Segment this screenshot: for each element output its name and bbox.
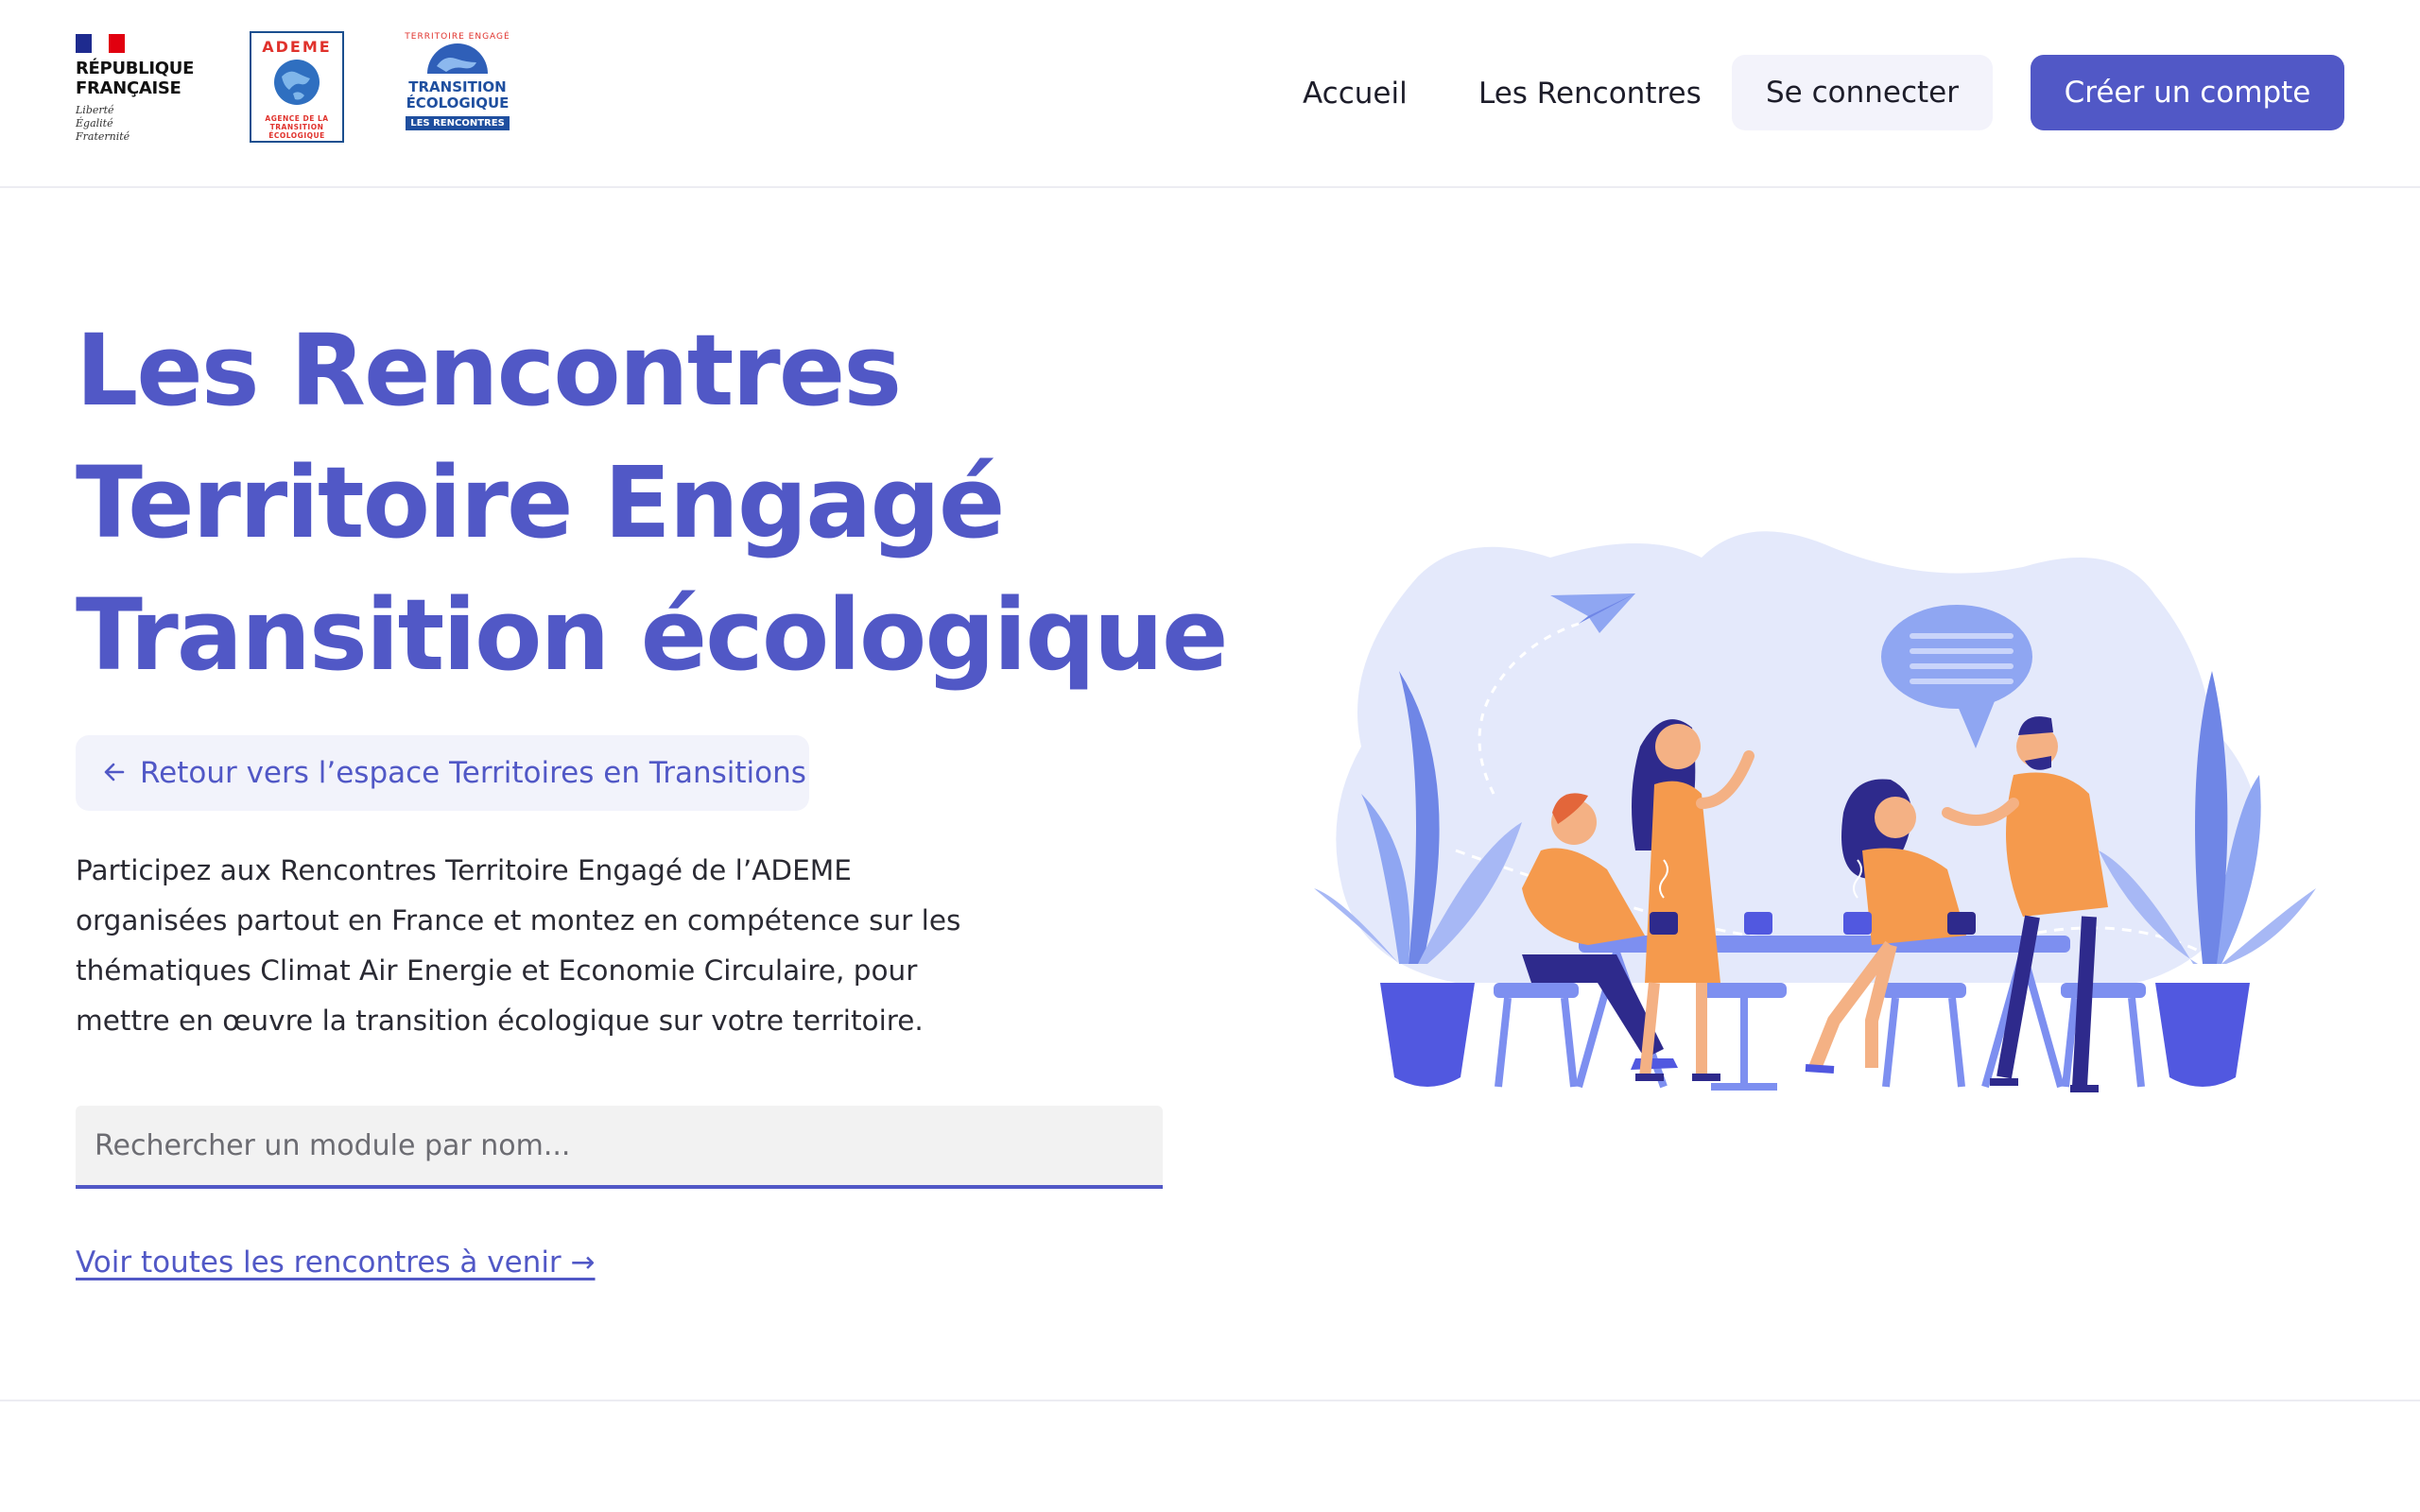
site-header: RÉPUBLIQUE FRANÇAISE Liberté Égalité Fra… — [0, 0, 2420, 188]
section-divider — [0, 1400, 2420, 1401]
motto-egalite: Égalité — [76, 117, 113, 129]
territoire-engage-logo[interactable]: TERRITOIRE ENGAGÉ TRANSITION ÉCOLOGIQUE … — [401, 32, 514, 146]
page-title: Les Rencontres Territoire Engagé Transit… — [76, 304, 1286, 701]
page-title-line3: Transition écologique — [76, 577, 1228, 693]
territoire-badge: LES RENCONTRES — [406, 116, 510, 130]
meeting-illustration — [1314, 531, 2316, 1092]
republique-title: RÉPUBLIQUE FRANÇAISE — [76, 59, 208, 98]
all-upcoming-rencontres-link[interactable]: Voir toutes les rencontres à venir → — [76, 1246, 596, 1280]
search-module-input[interactable] — [76, 1106, 1163, 1189]
back-button-label: Retour vers l’espace Territoires en Tran… — [140, 756, 806, 790]
territoire-engage-ring-text: TERRITOIRE ENGAGÉ — [405, 32, 510, 42]
french-flag-icon — [76, 34, 125, 53]
arrow-left-icon — [104, 735, 125, 811]
republique-motto: Liberté Égalité Fraternité — [76, 104, 208, 144]
page-title-line2: Territoire Engagé — [76, 445, 1005, 560]
ademe-logo[interactable]: ADEME AGENCE DE LA TRANSITION ÉCOLOGIQUE — [250, 31, 344, 143]
republique-francaise-logo[interactable]: RÉPUBLIQUE FRANÇAISE Liberté Égalité Fra… — [76, 34, 208, 146]
territoire-line2: ÉCOLOGIQUE — [406, 94, 510, 112]
globe-icon — [274, 60, 320, 105]
background-blob — [1336, 531, 2258, 983]
motto-fraternite: Fraternité — [76, 130, 130, 143]
territoire-line1: TRANSITION — [408, 78, 507, 95]
republique-title-line1: RÉPUBLIQUE — [76, 59, 195, 78]
login-button[interactable]: Se connecter — [1732, 55, 1993, 130]
nav-link-accueil[interactable]: Accueil — [1303, 55, 1408, 132]
nav-link-rencontres[interactable]: Les Rencontres — [1478, 55, 1702, 132]
page-title-line1: Les Rencontres — [76, 313, 902, 428]
create-account-button[interactable]: Créer un compte — [2031, 55, 2344, 130]
globe-half-icon — [427, 43, 488, 74]
intro-paragraph: Participez aux Rencontres Territoire Eng… — [76, 854, 961, 1037]
ademe-name: ADEME — [262, 38, 332, 56]
republique-title-line2: FRANÇAISE — [76, 78, 182, 98]
back-to-territoires-button[interactable]: Retour vers l’espace Territoires en Tran… — [76, 735, 809, 811]
motto-liberte: Liberté — [76, 104, 114, 116]
ademe-subtitle: AGENCE DE LA TRANSITION ÉCOLOGIQUE — [265, 114, 329, 140]
